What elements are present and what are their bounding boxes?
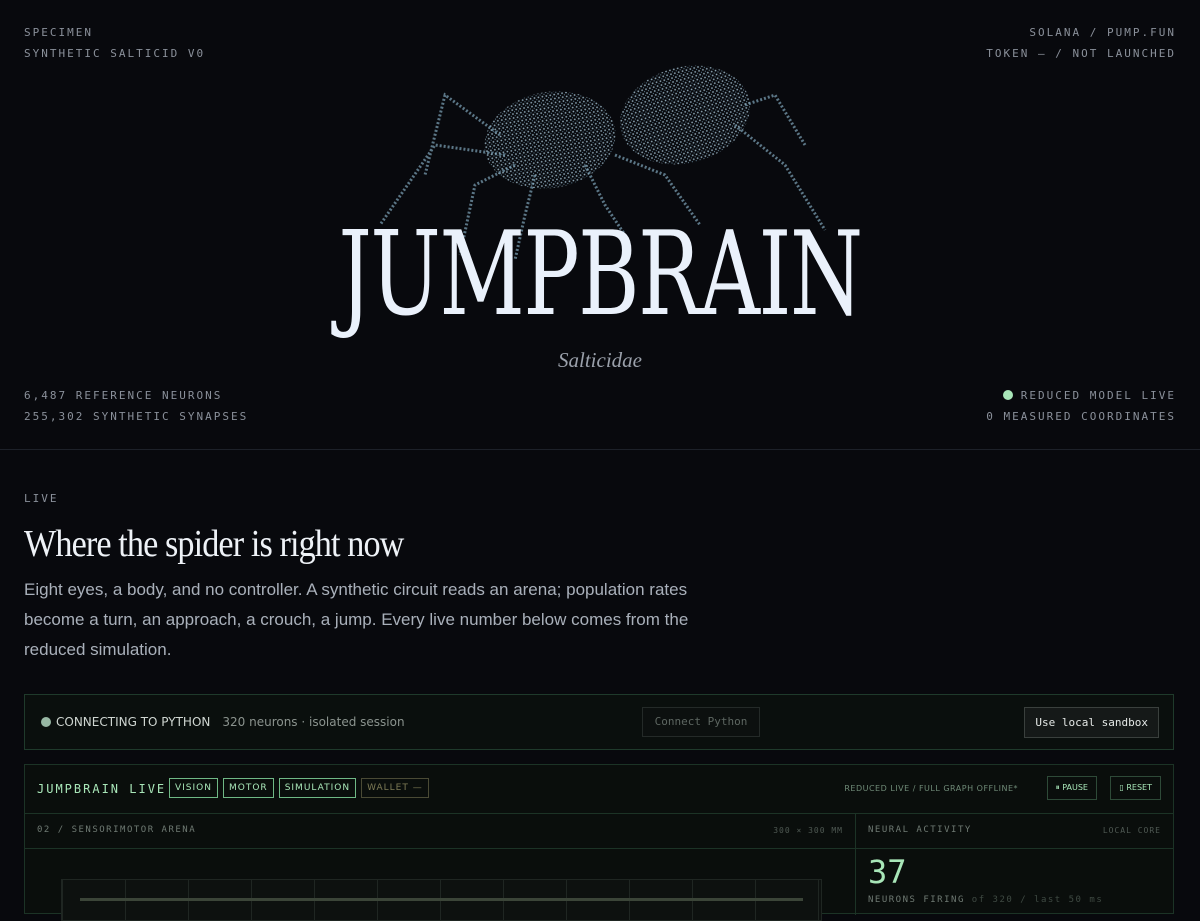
arena-label: 02 / SENSORIMOTOR ARENA: [37, 825, 197, 835]
sensorimotor-arena[interactable]: [61, 879, 822, 921]
neuron-count: 6,487 REFERENCE NEURONS: [24, 389, 223, 402]
connect-python-button[interactable]: Connect Python: [642, 707, 760, 737]
arena-column: [25, 849, 856, 921]
connection-bar: CONNECTING TO PYTHON 320 neurons · isolat…: [24, 694, 1174, 750]
synapse-count: 255,302 SYNTHETIC SYNAPSES: [24, 410, 249, 423]
firing-label: NEURONS FIRING of 320 / last 50 ms: [868, 895, 1103, 905]
activity-header: NEURAL ACTIVITY LOCAL CORE: [856, 813, 1173, 849]
section-divider: [0, 449, 1200, 450]
live-status-dot: [1002, 390, 1013, 400]
model-mode: REDUCED LIVE / FULL GRAPH OFFLINE*: [844, 784, 1018, 793]
panel-tabs: VISION MOTOR SIMULATION WALLET —: [169, 778, 429, 798]
use-local-sandbox-button[interactable]: Use local sandbox: [1024, 707, 1159, 738]
connection-status-text: CONNECTING TO PYTHON: [56, 715, 211, 729]
arena-dimensions: 300 × 300 MM: [773, 826, 843, 835]
specimen-name: SYNTHETIC SALTICID V0: [24, 47, 206, 60]
tab-simulation[interactable]: SIMULATION: [278, 778, 357, 798]
live-panel: JUMPBRAIN LIVE VISION MOTOR SIMULATION W…: [24, 764, 1174, 921]
panel-header: JUMPBRAIN LIVE VISION MOTOR SIMULATION W…: [25, 765, 1173, 814]
specimen-block: SPECIMEN SYNTHETIC SALTICID V0: [24, 22, 205, 64]
token-status: TOKEN — / NOT LAUNCHED: [986, 47, 1176, 60]
firing-detail: of 320 / last 50 ms: [971, 895, 1104, 905]
model-stats: 6,487 REFERENCE NEURONS 255,302 SYNTHETI…: [24, 385, 248, 427]
session-meta: 320 neurons · isolated session: [222, 715, 405, 729]
tab-vision[interactable]: VISION: [169, 778, 218, 798]
tab-wallet[interactable]: WALLET —: [361, 778, 429, 798]
platform-chain: SOLANA / PUMP.FUN: [1029, 26, 1176, 39]
activity-note: LOCAL CORE: [1102, 826, 1161, 835]
firing-label-text: NEURONS FIRING: [868, 895, 965, 905]
live-eyebrow: LIVE: [24, 492, 59, 505]
pause-button[interactable]: ⏸ PAUSE: [1046, 776, 1097, 800]
live-status-text: REDUCED MODEL LIVE: [1020, 389, 1176, 402]
firing-count: 37: [868, 853, 907, 891]
model-status: REDUCED MODEL LIVE 0 MEASURED COORDINATE…: [986, 385, 1176, 427]
hero-title: JUMPBRAIN: [338, 207, 863, 342]
platform-block: SOLANA / PUMP.FUN TOKEN — / NOT LAUNCHED: [986, 22, 1176, 64]
panel-brand: JUMPBRAIN LIVE: [37, 782, 167, 796]
hero-subtitle: Salticidae: [558, 348, 642, 372]
connection-status: CONNECTING TO PYTHON 320 neurons · isolat…: [41, 715, 405, 729]
live-description: Eight eyes, a body, and no controller. A…: [24, 580, 689, 659]
measured-coordinates: 0 MEASURED COORDINATES: [986, 410, 1176, 423]
connection-status-dot: [41, 717, 51, 727]
live-heading: Where the spider is right now: [24, 523, 404, 565]
specimen-label: SPECIMEN: [24, 26, 93, 39]
arena-header: 02 / SENSORIMOTOR ARENA 300 × 300 MM: [25, 813, 856, 849]
activity-label: NEURAL ACTIVITY: [868, 825, 972, 835]
reset-button[interactable]: ▯ RESET: [1110, 776, 1161, 800]
tab-motor[interactable]: MOTOR: [223, 778, 274, 798]
